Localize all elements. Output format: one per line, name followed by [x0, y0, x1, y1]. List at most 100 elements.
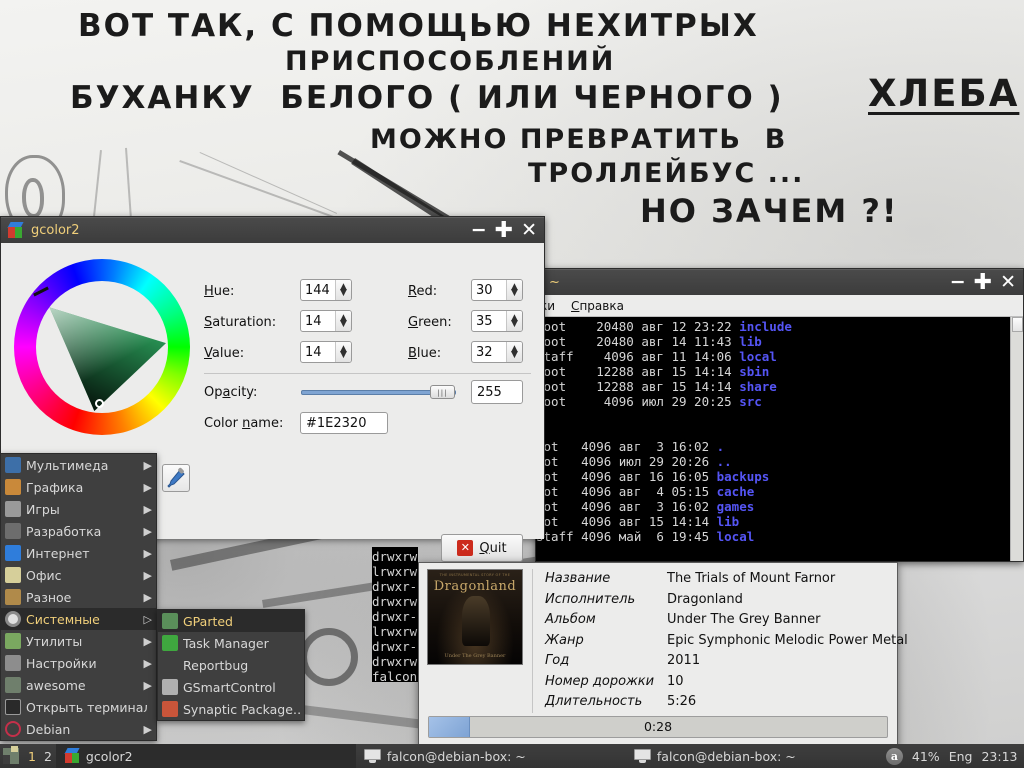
quit-button[interactable]: ✕ Quit	[441, 534, 523, 562]
terminal-line-meta: oot 4096 авг 4 05:15	[536, 484, 717, 499]
menu-item-4[interactable]: Synaptic Package…	[158, 698, 304, 720]
cover-decor-right	[496, 590, 513, 630]
other-icon	[5, 589, 21, 605]
close-icon[interactable]: ✕	[997, 273, 1019, 292]
terminal-titlebar[interactable]: ~ − ✚ ✕	[536, 269, 1023, 295]
hue-input[interactable]	[301, 280, 335, 300]
menu-item-label: Reportbug	[183, 657, 249, 673]
playback-progress-bar[interactable]: 0:28	[428, 715, 888, 738]
menu-item-2[interactable]: Reportbug	[158, 654, 304, 676]
task-gcolor2[interactable]: gcolor2	[55, 744, 356, 768]
opacity-slider-knob[interactable]: |||	[430, 385, 455, 399]
menu-item-4[interactable]: Интернет ▶	[1, 542, 156, 564]
wallpaper-line-2: ПРИСПОСОБЛЕНИЙ	[285, 46, 616, 77]
terminal-menubar[interactable]: ки Справка	[536, 295, 1023, 317]
terminal-window-controls[interactable]: − ✚ ✕	[947, 271, 1019, 294]
menu-item-7[interactable]: Системные ▷	[1, 608, 156, 630]
menu-item-8[interactable]: Утилиты ▶	[1, 630, 156, 652]
metadata-key: Год	[545, 653, 570, 668]
opacity-slider[interactable]: |||	[301, 385, 456, 399]
metadata-row: Исполнитель Dragonland	[545, 590, 908, 611]
clock: 23:13	[981, 748, 1018, 764]
color-wheel[interactable]	[14, 259, 190, 435]
task-terminal-2[interactable]: falcon@debian-box: ~	[626, 744, 886, 768]
internet-icon	[5, 545, 21, 561]
green-input[interactable]	[472, 311, 506, 331]
gcolor2-window-controls[interactable]: − ✚ ✕	[468, 219, 540, 242]
blue-stepper[interactable]: ▲▼	[471, 341, 523, 363]
terminal-line-meta: oot 4096 июл 29 20:26	[536, 454, 717, 469]
cover-decor-left	[438, 590, 455, 630]
terminal-window[interactable]: ~ − ✚ ✕ ки Справка root 20480 авг 12 23:…	[535, 268, 1024, 562]
red-stepper[interactable]: ▲▼	[471, 279, 523, 301]
metadata-value: Under The Grey Banner	[667, 612, 821, 627]
saturation-input[interactable]	[301, 311, 335, 331]
menu-item-11[interactable]: Открыть терминал	[1, 696, 156, 718]
sv-marker[interactable]	[95, 399, 104, 408]
maximize-icon[interactable]: ✚	[492, 219, 516, 242]
gcolor2-titlebar[interactable]: gcolor2 − ✚ ✕	[1, 217, 544, 243]
menu-item-3[interactable]: Разработка ▶	[1, 520, 156, 542]
keyboard-layout-icon[interactable]: a	[885, 747, 903, 765]
cover-figure	[462, 596, 490, 646]
now-playing-osd: THE INSTRUMENTAL STORY OF THE Dragonland…	[418, 562, 908, 748]
terminal-scrollbar[interactable]	[1010, 317, 1023, 561]
green-stepper-arrows[interactable]: ▲ ▼	[506, 311, 522, 331]
value-stepper[interactable]: ▲▼	[300, 341, 352, 363]
awesome-logo-icon[interactable]	[2, 746, 24, 766]
keyboard-layout-label[interactable]: Eng	[949, 749, 973, 764]
menu-item-help[interactable]: Справка	[571, 299, 624, 313]
value-stepper-arrows[interactable]: ▲ ▼	[335, 342, 351, 362]
task-terminal-1[interactable]: falcon@debian-box: ~	[356, 744, 626, 768]
application-submenu-system[interactable]: GParted Task Manager Reportbug GSmartContro…	[157, 609, 305, 721]
value-label: Value:	[204, 346, 245, 361]
menu-item-5[interactable]: Офис ▶	[1, 564, 156, 586]
tag-1[interactable]: 1	[24, 749, 40, 764]
terminal-dirname: backups	[716, 469, 770, 484]
terminal-line: oot 4096 авг 15 14:14 lib	[536, 514, 1023, 529]
red-input[interactable]	[472, 280, 506, 300]
menu-item-12[interactable]: Debian ▶	[1, 718, 156, 740]
saturation-stepper[interactable]: ▲▼	[300, 310, 352, 332]
tag-2[interactable]: 2	[40, 749, 56, 764]
terminal-line-meta: root 12288 авг 15 14:14	[536, 364, 740, 379]
chevron-right-icon: ▶	[143, 546, 152, 560]
terminal-output[interactable]: root 20480 авг 12 23:22 include root 2048…	[536, 317, 1023, 561]
chevron-right-icon: ▶	[143, 480, 152, 494]
menu-item-0[interactable]: GParted	[158, 610, 304, 632]
menu-item-9[interactable]: Настройки ▶	[1, 652, 156, 674]
cover-caption: Under The Grey Banner	[444, 653, 506, 659]
red-stepper-arrows[interactable]: ▲ ▼	[506, 280, 522, 300]
maximize-icon[interactable]: ✚	[971, 271, 995, 294]
taskbar[interactable]: 1 2 gcolor2 falcon@debian-box: ~ falcon@…	[0, 744, 1024, 768]
minimize-icon[interactable]: −	[468, 221, 490, 240]
minimize-icon[interactable]: −	[947, 273, 969, 292]
green-stepper[interactable]: ▲▼	[471, 310, 523, 332]
menu-item-1[interactable]: Графика ▶	[1, 476, 156, 498]
menu-item-10[interactable]: awesome ▶	[1, 674, 156, 696]
saturation-stepper-arrows[interactable]: ▲ ▼	[335, 311, 351, 331]
menu-item-3[interactable]: GSmartControl	[158, 676, 304, 698]
opacity-input[interactable]	[471, 380, 523, 404]
value-input[interactable]	[301, 342, 335, 362]
system-tray[interactable]: a 41% Eng 23:13	[885, 747, 1024, 765]
blue-stepper-arrows[interactable]: ▲ ▼	[506, 342, 522, 362]
hue-stepper-arrows[interactable]: ▲ ▼	[335, 280, 351, 300]
desktop: ВОТ ТАК, С ПОМОЩЬЮ НЕХИТРЫХ ПРИСПОСОБЛЕН…	[0, 0, 1024, 768]
menu-item-2[interactable]: Игры ▶	[1, 498, 156, 520]
red-label: Red:	[408, 284, 438, 299]
application-menu[interactable]: Мультимеда ▶ Графика ▶ Игры ▶ Разработка ▶ Интер…	[0, 453, 157, 741]
blue-input[interactable]	[472, 342, 506, 362]
color-name-input[interactable]	[300, 412, 388, 434]
metadata-row: Год 2011	[545, 651, 908, 672]
metadata-value: 5:26	[667, 694, 697, 709]
menu-item-1[interactable]: Task Manager	[158, 632, 304, 654]
hue-stepper[interactable]: ▲▼	[300, 279, 352, 301]
menu-item-6[interactable]: Разное ▶	[1, 586, 156, 608]
menu-item-0[interactable]: Мультимеда ▶	[1, 454, 156, 476]
close-icon[interactable]: ✕	[518, 221, 540, 240]
terminal-dirname: lib	[739, 334, 762, 349]
eyedropper-icon[interactable]	[162, 464, 190, 492]
scrollbar-thumb[interactable]	[1012, 317, 1023, 332]
terminal-dirname: local	[716, 529, 755, 544]
